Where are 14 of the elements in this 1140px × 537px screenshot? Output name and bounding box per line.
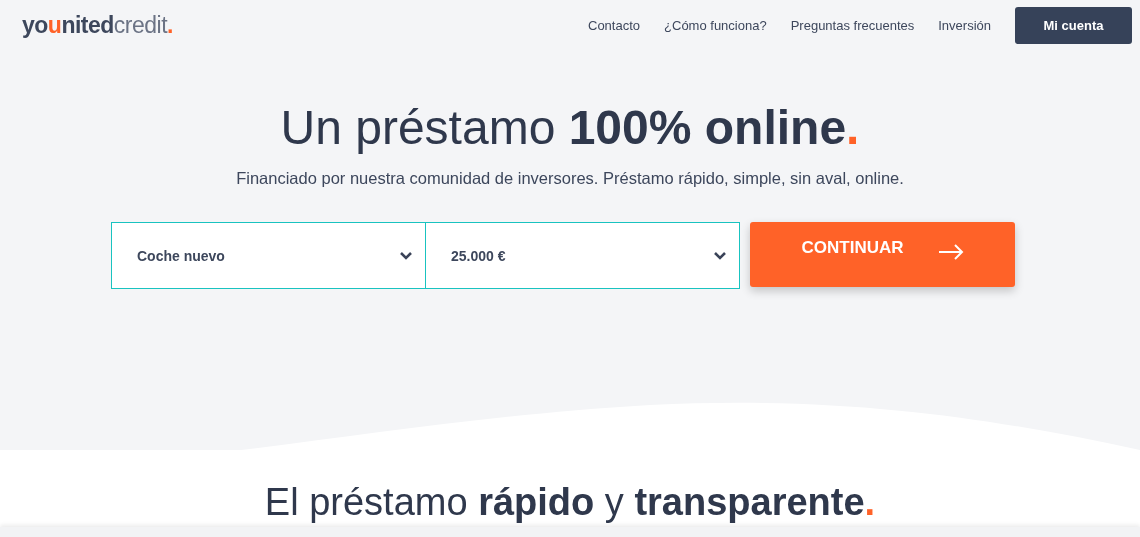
arrow-right-icon — [937, 244, 964, 260]
nav-link[interactable]: Contacto — [588, 17, 641, 33]
account-button[interactable]: Mi cuenta — [1015, 6, 1132, 44]
nav-link[interactable]: Preguntas frecuentes — [790, 17, 915, 33]
select-field[interactable]: Coche nuevo — [111, 222, 426, 289]
nav-link[interactable]: Inversión — [938, 17, 991, 33]
hero-title: Un préstamo 100% online. — [280, 100, 860, 155]
chevron-down-icon — [713, 251, 727, 260]
section-title: El préstamo rápido y transparente. — [264, 480, 876, 524]
select-field[interactable]: 25.000 € — [426, 222, 740, 289]
chevron-down-icon — [399, 251, 413, 260]
nav-link[interactable]: ¿Cómo funciona? — [664, 17, 767, 33]
logo[interactable]: younitedcredit. — [22, 11, 173, 39]
hero-subtitle: Financiado por nuestra comunidad de inversores. Préstamo rápido, simple, sin aval, online. — [236, 169, 904, 188]
